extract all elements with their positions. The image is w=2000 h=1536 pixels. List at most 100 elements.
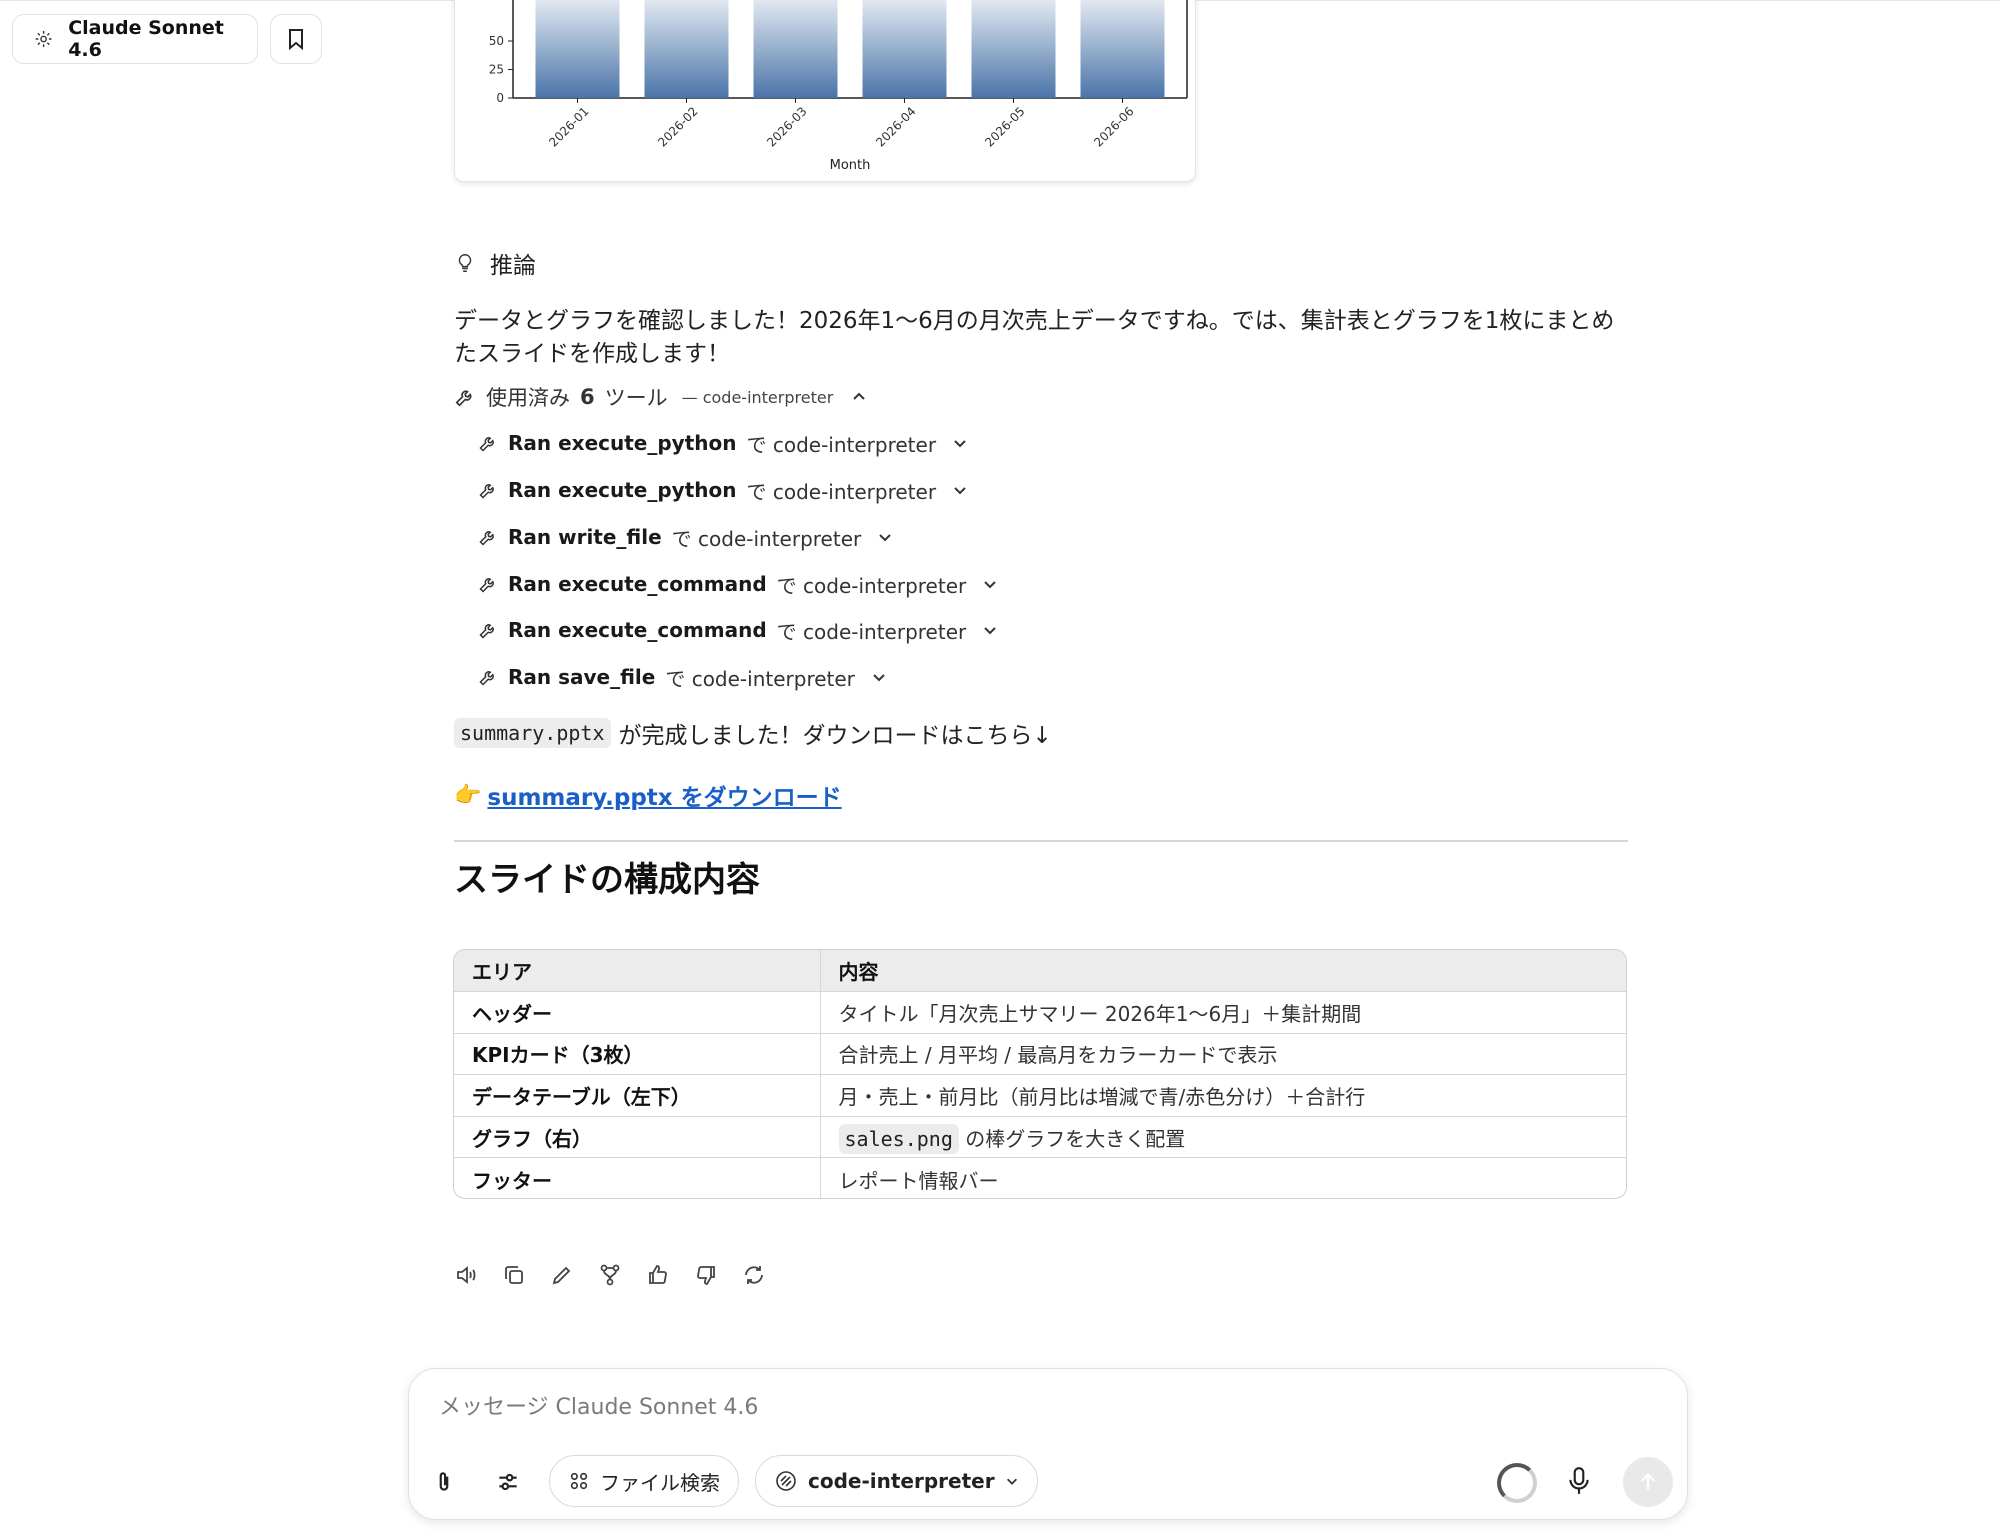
model-selector-button[interactable]: Claude Sonnet 4.6 [12, 14, 258, 64]
tool-name: Ran execute_python [508, 431, 737, 455]
y-tick-label: 50 [489, 34, 504, 48]
thumbs-up-button[interactable] [646, 1263, 670, 1287]
branch-icon [600, 1264, 620, 1286]
filename-code: summary.pptx [454, 718, 611, 748]
tool-call-row[interactable]: Ran save_file で code-interpreter [478, 662, 887, 692]
bar [1080, 0, 1165, 98]
table-cell-area: グラフ（右） [454, 1116, 821, 1159]
model-name: Claude Sonnet 4.6 [68, 17, 224, 61]
tool-server: で code-interpreter [776, 619, 967, 644]
settings-sliders-button[interactable] [493, 1467, 523, 1497]
wrench-icon [479, 484, 494, 499]
bar [753, 0, 838, 98]
wrench-icon [479, 624, 494, 639]
paperclip-icon [439, 1472, 449, 1491]
tool-server: で code-interpreter [671, 526, 862, 551]
tool-server: で code-interpreter [665, 666, 855, 691]
tool-name: Ran execute_command [508, 572, 767, 596]
copy-button[interactable] [502, 1263, 526, 1287]
divider [454, 840, 1628, 842]
thumbs-down-button[interactable] [694, 1263, 718, 1287]
x-axis-label: Month [830, 158, 871, 173]
lightbulb-icon [458, 254, 472, 272]
table-cell-content: 合計売上 / 月平均 / 最高月をカラーカードで表示 [820, 1033, 1626, 1076]
table-header-content: 内容 [820, 950, 1626, 993]
y-tick-label: 0 [496, 91, 504, 105]
edit-button[interactable] [550, 1263, 574, 1287]
attach-button[interactable] [429, 1467, 459, 1497]
slide-structure-table: エリア 内容 ヘッダー タイトル「月次売上サマリー 2026年1〜6月」＋集計期… [453, 949, 1627, 1199]
refresh-icon [745, 1266, 763, 1284]
table-cell-content: 月・売上・前月比（前月比は増減で青/赤色分け）＋合計行 [820, 1074, 1626, 1117]
arrow-up-icon [1640, 1473, 1656, 1490]
wrench-icon [479, 578, 494, 593]
chevron-down-icon [984, 581, 996, 589]
chevron-down-icon [954, 440, 966, 448]
branch-button[interactable] [598, 1263, 622, 1287]
tool-server: で code-interpreter [776, 573, 967, 598]
file-search-icon [570, 1472, 588, 1490]
x-tick-label: 2026-06 [1091, 104, 1136, 149]
tool-name: Ran write_file [508, 525, 662, 549]
chevron-down-icon [1006, 1478, 1017, 1485]
tool-call-row[interactable]: Ran execute_command で code-interpreter [478, 615, 998, 645]
tool-selector-button[interactable]: code-interpreter [755, 1455, 1038, 1507]
chevron-down-icon [954, 487, 966, 495]
x-tick-label: 2026-01 [546, 104, 591, 149]
send-button[interactable] [1623, 1457, 1673, 1507]
table-row: KPIカード（3枚） 合計売上 / 月平均 / 最高月をカラーカードで表示 [454, 1033, 1626, 1076]
chevron-down-icon [873, 674, 885, 682]
message-composer: ファイル検索 code-interpreter [408, 1368, 1688, 1520]
bar [862, 0, 947, 98]
bar [535, 0, 620, 98]
chart-card: 0 25 50 2026-01 2026-02 2026-03 2026-04 2026-05… [454, 0, 1196, 182]
reasoning-toggle[interactable]: 推論 [454, 246, 1628, 280]
bar-chart: 0 25 50 2026-01 2026-02 2026-03 2026-04 2026-05… [489, 0, 1188, 173]
x-tick-label: 2026-02 [655, 104, 700, 149]
table-row: グラフ（右） sales.png の棒グラフを大きく配置 [454, 1116, 1626, 1159]
tool-call-row[interactable]: Ran execute_command で code-interpreter [478, 569, 998, 599]
regenerate-button[interactable] [742, 1263, 766, 1287]
table-cell-content: レポート情報バー [838, 1168, 999, 1193]
tools-used-toggle[interactable]: 使用済み 6 ツール — code-interpreter [454, 382, 1628, 412]
y-tick-label: 25 [489, 63, 504, 77]
x-tick-label: 2026-05 [982, 104, 1027, 149]
tool-server: で code-interpreter [746, 479, 937, 504]
tools-used-suffix: ツール [604, 386, 668, 410]
completion-line: summary.pptx が完成しました！ダウンロードはこちら↓ [454, 716, 1628, 750]
thumbs-down-icon [697, 1266, 715, 1285]
tool-call-row[interactable]: Ran execute_python で code-interpreter [478, 475, 968, 505]
tools-used-server: — code-interpreter [681, 387, 834, 407]
chevron-up-icon [853, 392, 865, 400]
tool-name: Ran execute_python [508, 478, 737, 502]
bookmark-button[interactable] [270, 14, 322, 64]
table-row: ヘッダー タイトル「月次売上サマリー 2026年1〜6月」＋集計期間 [454, 991, 1626, 1034]
bar [971, 0, 1056, 98]
file-search-button[interactable]: ファイル検索 [549, 1455, 739, 1507]
wrench-icon [479, 437, 494, 452]
pencil-icon [552, 1266, 571, 1285]
tool-name: Ran execute_command [508, 618, 767, 642]
tools-used-prefix: 使用済み [486, 386, 570, 410]
tool-selector-label: code-interpreter [808, 1469, 995, 1493]
wrench-icon [455, 390, 472, 407]
bookmark-icon [289, 29, 303, 51]
tools-used-count: 6 [580, 385, 595, 409]
table-row: フッター レポート情報バー [454, 1157, 1626, 1198]
read-aloud-button[interactable] [454, 1263, 478, 1287]
table-cell-content-text: の棒グラフを大きく配置 [965, 1126, 1186, 1151]
thumbs-up-icon [649, 1265, 667, 1284]
table-header-row: エリア 内容 [454, 950, 1626, 993]
tool-call-row[interactable]: Ran execute_python で code-interpreter [478, 428, 968, 458]
tool-call-row[interactable]: Ran write_file で code-interpreter [478, 522, 893, 552]
bar [644, 0, 729, 98]
tool-server: で code-interpreter [746, 432, 937, 457]
message-input[interactable] [439, 1395, 1339, 1420]
voice-input-button[interactable] [1563, 1465, 1595, 1497]
download-link[interactable]: summary.pptx をダウンロード [487, 778, 841, 812]
table-header-area: エリア [454, 950, 821, 993]
tool-icon [776, 1471, 796, 1491]
table-cell-area: フッター [454, 1157, 821, 1198]
wrench-icon [479, 671, 494, 686]
table-cell-content: タイトル「月次売上サマリー 2026年1〜6月」＋集計期間 [820, 991, 1626, 1034]
